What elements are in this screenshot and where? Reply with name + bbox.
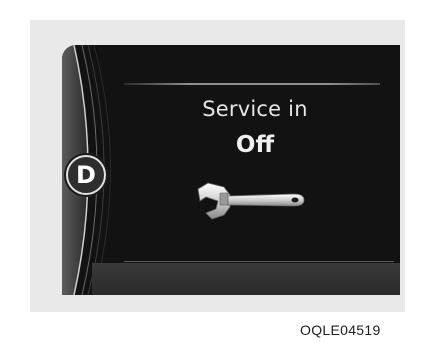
gear-indicator: D <box>66 155 106 195</box>
cluster-display: Service in Off D <box>62 45 400 295</box>
bottom-strip <box>92 263 400 295</box>
service-title: Service in <box>202 97 308 121</box>
divider-bottom <box>124 261 394 262</box>
service-value: Off <box>235 132 275 158</box>
wrench-icon <box>197 182 305 220</box>
divider-top <box>124 83 380 85</box>
image-code: OQLE04519 <box>300 322 381 338</box>
page: Service in Off D OQLE04519 <box>0 0 435 342</box>
